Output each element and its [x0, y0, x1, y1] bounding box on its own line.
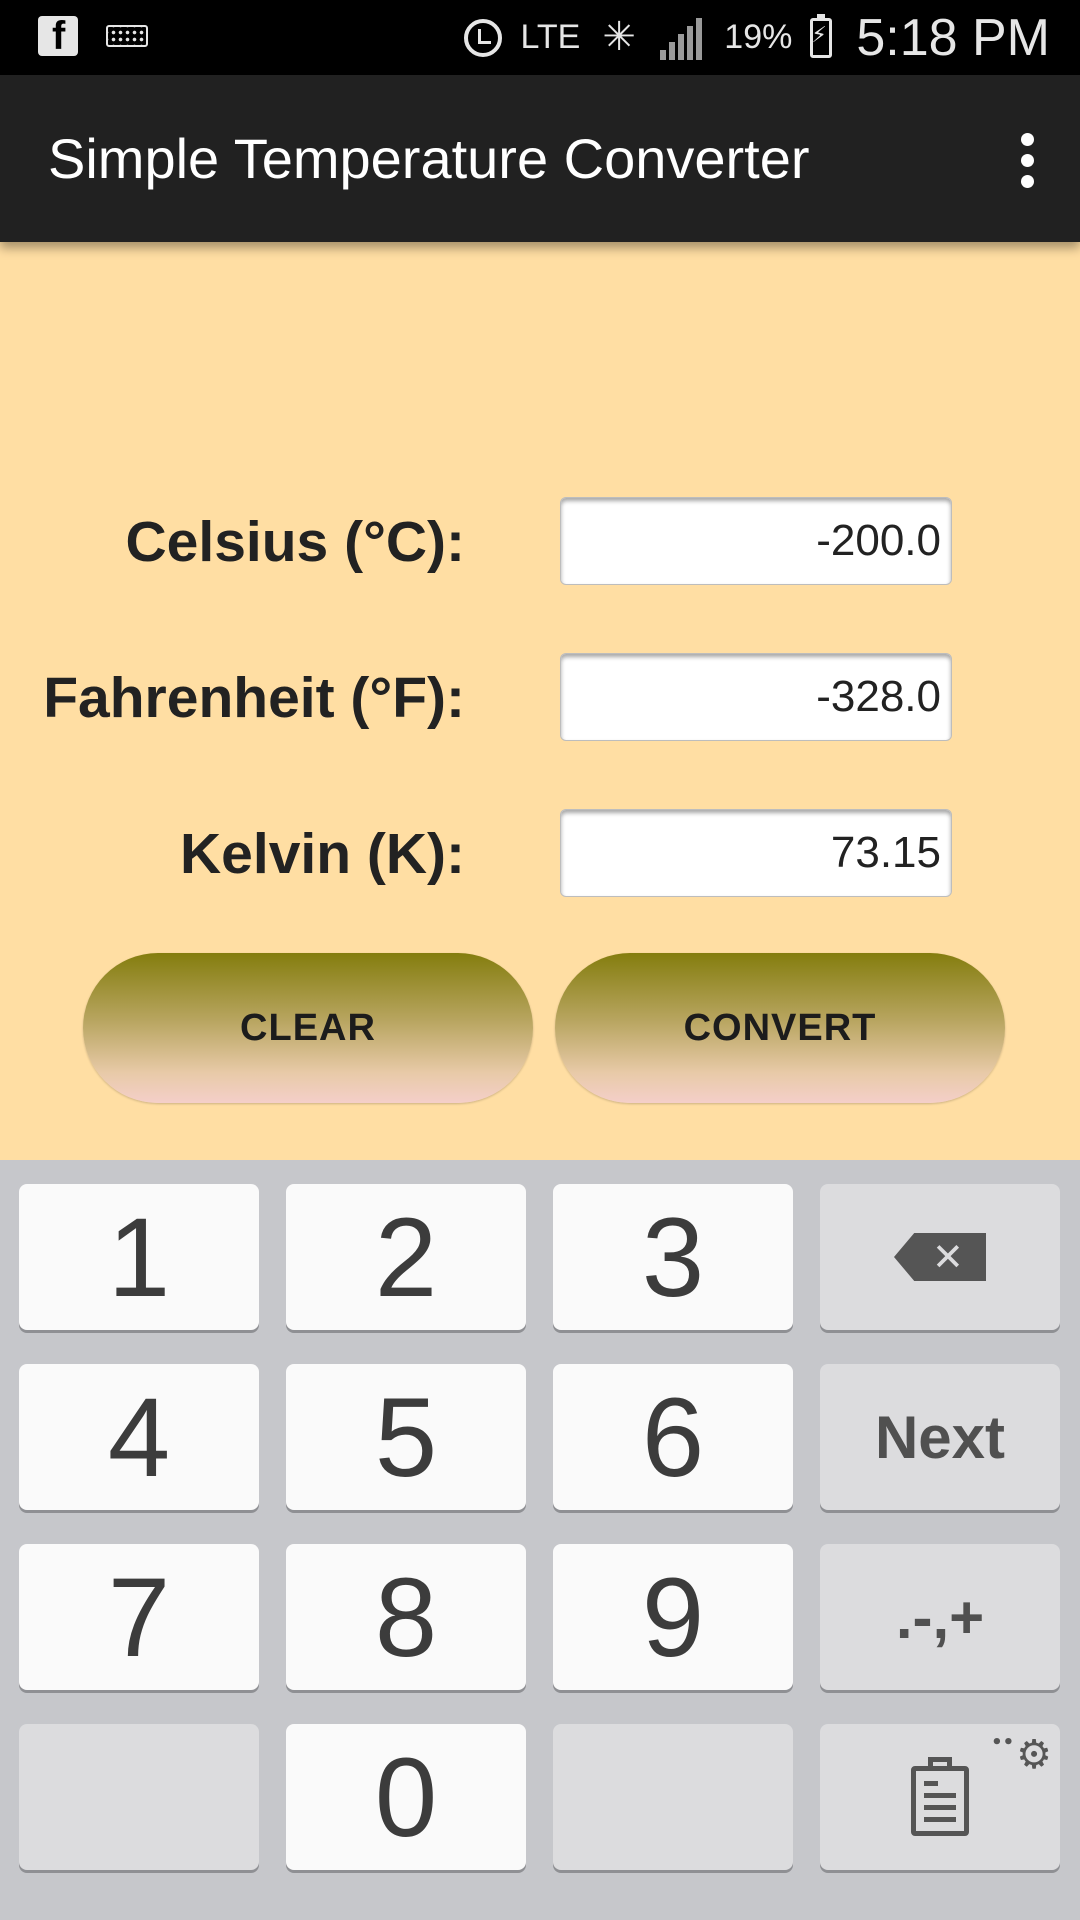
kelvin-input[interactable]: 73.15 — [560, 809, 952, 897]
symbols-key[interactable]: .-,+ — [820, 1544, 1060, 1690]
key-1[interactable]: 1 — [19, 1184, 259, 1330]
key-3[interactable]: 3 — [553, 1184, 793, 1330]
fahrenheit-label: Fahrenheit (°F): — [43, 666, 465, 730]
facebook-icon — [38, 14, 78, 59]
backspace-icon — [894, 1233, 986, 1281]
alarm-icon — [464, 18, 503, 57]
blank-key-left[interactable] — [19, 1724, 259, 1870]
keyboard-icon — [106, 25, 148, 47]
next-key[interactable]: Next — [820, 1364, 1060, 1510]
kelvin-label: Kelvin (K): — [180, 822, 465, 886]
key-5[interactable]: 5 — [286, 1364, 526, 1510]
more-vert-icon[interactable] — [1018, 133, 1038, 188]
celsius-label: Celsius (°C): — [125, 510, 466, 574]
signal-icon — [660, 16, 706, 60]
settings-icon: ••⚙ — [991, 1732, 1052, 1778]
key-9[interactable]: 9 — [553, 1544, 793, 1690]
numeric-keyboard: 1 2 3 4 5 6 Next 7 8 9 .-,+ 0 ••⚙ — [0, 1160, 1080, 1920]
key-2[interactable]: 2 — [286, 1184, 526, 1330]
clock: 5:18 PM — [856, 8, 1050, 67]
celsius-input[interactable]: -200.0 — [560, 497, 952, 585]
battery-percent: 19% — [724, 18, 793, 56]
kelvin-row: Kelvin (K): 73.15 — [0, 809, 1080, 899]
clear-button[interactable]: CLEAR — [83, 953, 533, 1103]
fahrenheit-row: Fahrenheit (°F): -328.0 — [0, 653, 1080, 743]
fahrenheit-input[interactable]: -328.0 — [560, 653, 952, 741]
key-7[interactable]: 7 — [19, 1544, 259, 1690]
backspace-key[interactable] — [820, 1184, 1060, 1330]
app-bar: Simple Temperature Converter — [0, 75, 1080, 242]
network-type: LTE — [520, 18, 581, 56]
key-4[interactable]: 4 — [19, 1364, 259, 1510]
blank-key-right[interactable] — [553, 1724, 793, 1870]
key-8[interactable]: 8 — [286, 1544, 526, 1690]
network-activity-icon — [598, 14, 642, 60]
clipboard-key[interactable]: ••⚙ — [820, 1724, 1060, 1870]
celsius-row: Celsius (°C): -200.0 — [0, 497, 1080, 587]
clipboard-icon — [911, 1757, 969, 1836]
key-6[interactable]: 6 — [553, 1364, 793, 1510]
convert-button[interactable]: CONVERT — [555, 953, 1005, 1103]
app-title: Simple Temperature Converter — [48, 127, 810, 190]
status-bar: LTE 19% 5:18 PM — [0, 0, 1080, 75]
key-0[interactable]: 0 — [286, 1724, 526, 1870]
battery-charging-icon — [810, 13, 833, 58]
